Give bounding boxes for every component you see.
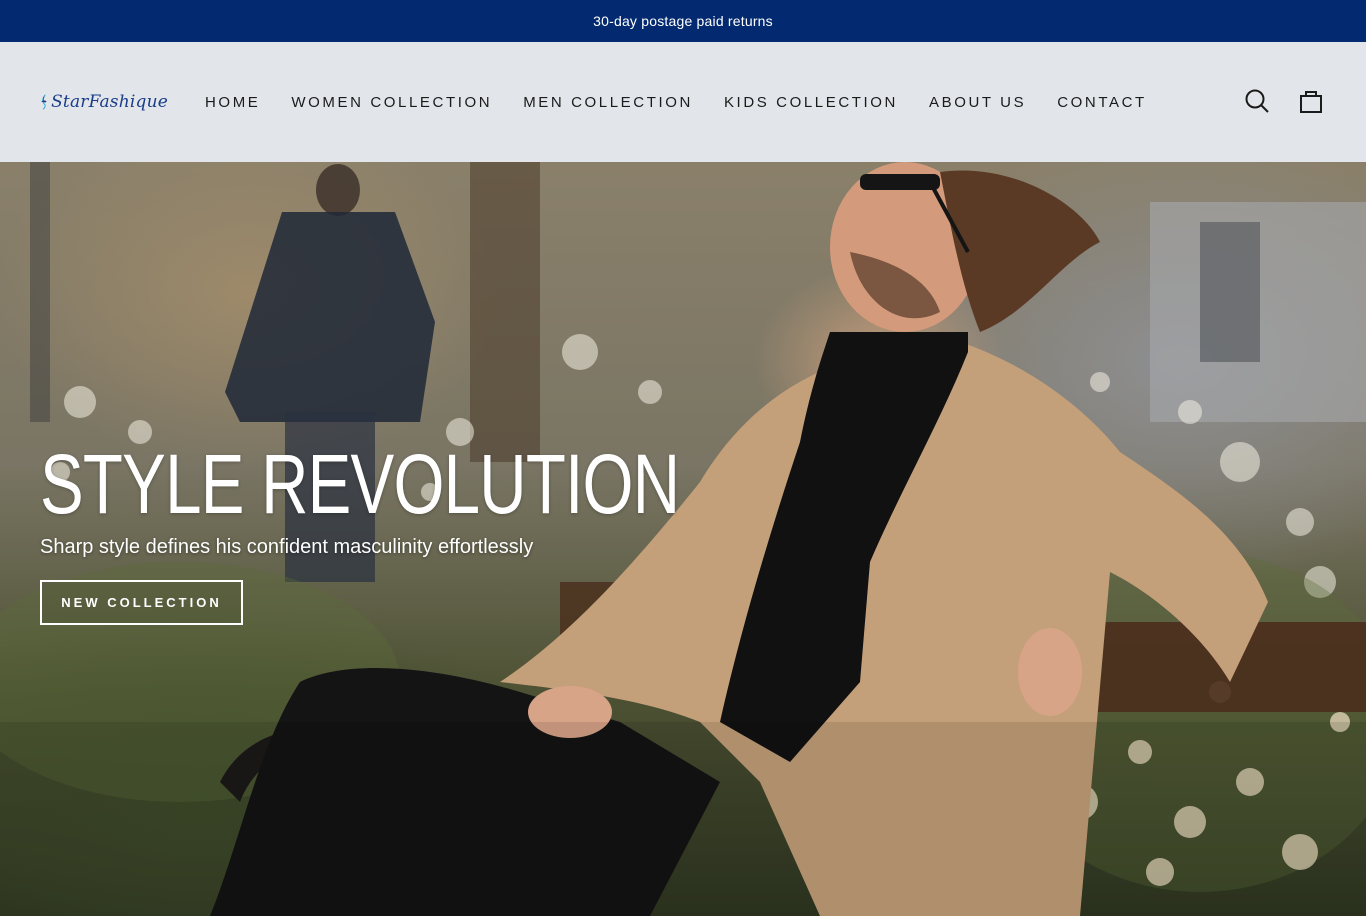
nav-item-women-collection[interactable]: WOMEN COLLECTION bbox=[291, 94, 492, 111]
hero-subtitle: Sharp style defines his confident mascul… bbox=[40, 536, 534, 558]
header-actions bbox=[1244, 88, 1324, 114]
nav-item-about-us[interactable]: ABOUT US bbox=[929, 94, 1026, 111]
cart-icon[interactable] bbox=[1298, 88, 1324, 114]
logo[interactable]: StarFashique bbox=[40, 72, 168, 132]
main-nav: HOME WOMEN COLLECTION MEN COLLECTION KID… bbox=[205, 94, 1178, 111]
logo-text: StarFashique bbox=[51, 92, 168, 112]
nav-item-men-collection[interactable]: MEN COLLECTION bbox=[523, 94, 693, 111]
search-icon[interactable] bbox=[1244, 88, 1270, 114]
hero-banner: STYLE REVOLUTION Sharp style defines his… bbox=[0, 162, 1366, 916]
logo-mark-icon bbox=[41, 94, 47, 110]
announcement-bar: 30-day postage paid returns bbox=[0, 0, 1366, 42]
nav-item-contact[interactable]: CONTACT bbox=[1057, 94, 1147, 111]
hero-title: STYLE REVOLUTION bbox=[40, 437, 680, 531]
new-collection-button[interactable]: NEW COLLECTION bbox=[40, 580, 243, 625]
nav-item-home[interactable]: HOME bbox=[205, 94, 260, 111]
announcement-text: 30-day postage paid returns bbox=[593, 13, 773, 29]
nav-item-kids-collection[interactable]: KIDS COLLECTION bbox=[724, 94, 898, 111]
site-header: StarFashique HOME WOMEN COLLECTION MEN C… bbox=[0, 42, 1366, 162]
